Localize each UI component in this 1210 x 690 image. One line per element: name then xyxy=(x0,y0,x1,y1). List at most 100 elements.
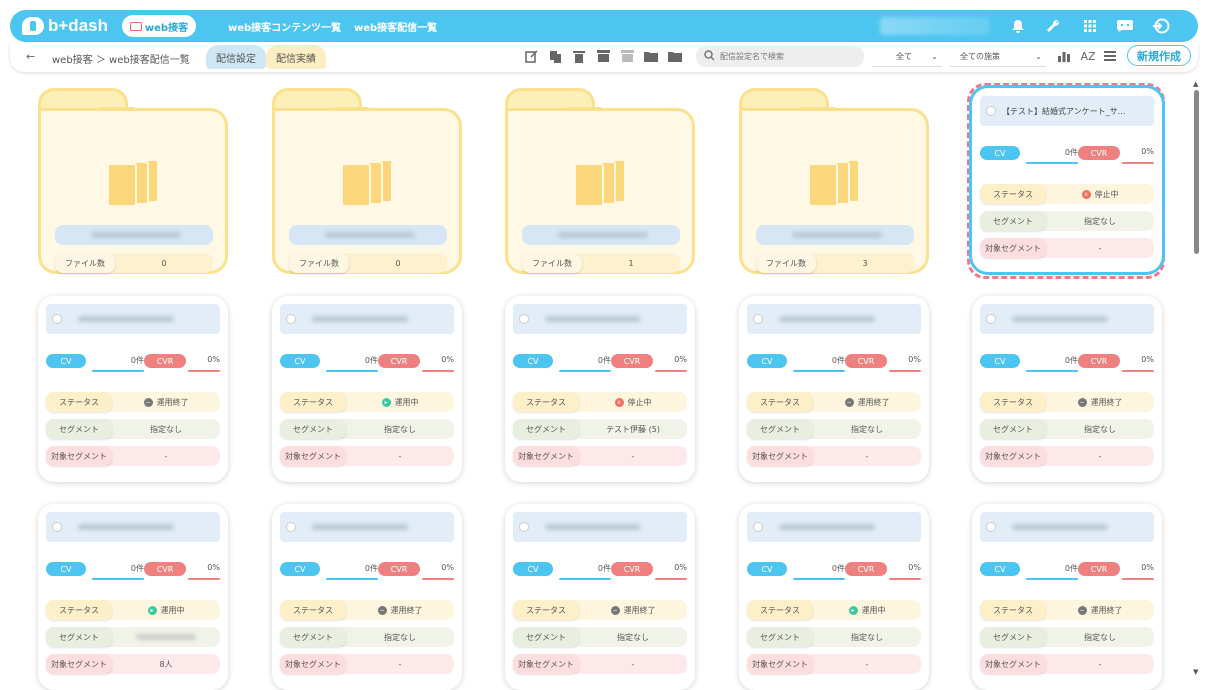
delivery-card-selected[interactable]: 【テスト】結婚式アンケート_サ… CV 0件 CVR 0% ステータス ıı 停止… xyxy=(972,88,1162,272)
documents-icon xyxy=(574,159,632,207)
archive-icon[interactable] xyxy=(596,49,610,63)
cv-label: CV xyxy=(513,562,553,576)
target-segment-row: 対象セグメント - xyxy=(46,446,220,466)
folder-card[interactable]: ファイル数 1 xyxy=(505,88,695,274)
cvr-label: CVR xyxy=(1078,562,1120,576)
trash-icon[interactable] xyxy=(572,49,586,63)
segment-label: セグメント xyxy=(980,419,1046,439)
cv-metrics: CV 0件 CVR 0% xyxy=(280,562,454,580)
target-segment-label: 対象セグメント xyxy=(980,654,1046,674)
card-title xyxy=(46,304,220,334)
segment-label: セグメント xyxy=(513,419,579,439)
cv-label: CV xyxy=(747,562,787,576)
status-value: ▸ 運用中 xyxy=(346,397,454,408)
cvr-label: CVR xyxy=(1078,354,1120,368)
scroll-down-icon[interactable]: ▼ xyxy=(1193,668,1198,676)
cv-label: CV xyxy=(46,562,86,576)
target-segment-row: 対象セグメント - xyxy=(980,446,1154,466)
target-segment-label: 対象セグメント xyxy=(280,654,346,674)
target-segment-label: 対象セグメント xyxy=(513,654,579,674)
folder-name xyxy=(55,225,213,245)
tab-delivery-results[interactable]: 配信実績 xyxy=(266,45,326,69)
card-title-text xyxy=(545,316,641,322)
segment-label: セグメント xyxy=(747,419,813,439)
folder-card[interactable]: ファイル数 0 xyxy=(38,88,228,274)
folder-card[interactable]: ファイル数 3 xyxy=(739,88,929,274)
file-count-label: ファイル数 xyxy=(756,253,816,273)
card-title xyxy=(747,512,921,542)
segment-row: セグメント 指定なし xyxy=(280,627,454,647)
card-title xyxy=(280,512,454,542)
delivery-card[interactable]: CV 0件 CVR 0% ステータス ▸ 運用中 セグメント 指定なし 対象セグメ… xyxy=(272,296,462,482)
new-create-button[interactable]: 新規作成 xyxy=(1127,45,1191,66)
add-folder-icon[interactable] xyxy=(668,49,682,63)
status-label: ステータス xyxy=(46,392,112,412)
target-segment-value: - xyxy=(398,451,402,461)
chat-support-icon[interactable] xyxy=(1116,17,1134,35)
delivery-card[interactable]: CV 0件 CVR 0% ステータス ıı 停止中 セグメント テスト伊藤 (5)… xyxy=(505,296,695,482)
tab-delivery-settings[interactable]: 配信設定 xyxy=(206,45,266,69)
status-label: ステータス xyxy=(280,392,346,412)
logout-icon[interactable] xyxy=(1152,17,1170,35)
cvr-label: CVR xyxy=(845,562,887,576)
delivery-card[interactable]: CV 0件 CVR 0% ステータス − 運用終了 セグメント 指定なし 対象セグ… xyxy=(38,296,228,482)
folder-card[interactable]: ファイル数 0 xyxy=(272,88,462,274)
bar-chart-icon[interactable] xyxy=(1057,49,1071,63)
filter-measures-select[interactable]: 全ての施策 ⌄ xyxy=(950,46,1046,67)
back-arrow-icon[interactable]: ← xyxy=(26,50,35,63)
delivery-card[interactable]: CV 0件 CVR 0% ステータス − 運用終了 セグメント 指定なし 対象セグ… xyxy=(739,296,929,482)
scroll-up-icon[interactable]: ▲ xyxy=(1193,80,1198,88)
search-input[interactable] xyxy=(720,52,850,61)
cv-value: 0件 xyxy=(1064,148,1078,157)
delivery-card[interactable]: CV 0件 CVR 0% ステータス − 運用終了 セグメント 指定なし 対象セグ… xyxy=(505,504,695,690)
grid-icon[interactable] xyxy=(1081,17,1099,35)
unarchive-icon[interactable] xyxy=(620,49,634,63)
status-value: − 運用終了 xyxy=(610,605,656,615)
delivery-card[interactable]: CV 0件 CVR 0% ステータス − 運用終了 セグメント 指定なし 対象セグ… xyxy=(972,504,1162,690)
filter-all-select[interactable]: 全て ⌄ xyxy=(872,46,942,67)
segment-value: 指定なし xyxy=(851,424,883,434)
delivery-card[interactable]: CV 0件 CVR 0% ステータス ▸ 運用中 セグメント 対象セグメント 8人 xyxy=(38,504,228,690)
sort-az-icon[interactable]: AZ xyxy=(1079,49,1097,63)
search-box[interactable] xyxy=(696,46,864,67)
pause-icon: ıı xyxy=(1081,189,1091,199)
card-type-icon xyxy=(986,314,996,324)
card-title: 【テスト】結婚式アンケート_サ… xyxy=(980,96,1154,126)
segment-value: 指定なし xyxy=(617,632,649,642)
target-segment-label: 対象セグメント xyxy=(46,654,112,674)
card-type-icon xyxy=(286,522,296,532)
move-to-folder-icon[interactable] xyxy=(644,49,658,63)
edit-icon[interactable] xyxy=(524,49,538,63)
target-segment-value: - xyxy=(1098,243,1102,253)
cvr-value: 0% xyxy=(1141,147,1154,156)
segment-row: セグメント 指定なし xyxy=(980,419,1154,439)
user-account-info[interactable] xyxy=(880,17,990,35)
cvr-label: CVR xyxy=(1078,146,1120,160)
folder-file-count: ファイル数 0 xyxy=(289,253,447,273)
folder-file-count: ファイル数 3 xyxy=(756,253,914,273)
filter-measures-value: 全ての施策 xyxy=(960,51,1000,61)
cvr-label: CVR xyxy=(144,562,186,576)
status-label: ステータス xyxy=(980,392,1046,412)
card-title-text xyxy=(312,316,408,322)
delivery-card[interactable]: CV 0件 CVR 0% ステータス − 運用終了 セグメント 指定なし 対象セグ… xyxy=(972,296,1162,482)
brand-logo[interactable]: b+dash xyxy=(22,16,108,36)
nav-content-list[interactable]: web接客コンテンツ一覧 xyxy=(228,19,341,34)
list-view-icon[interactable] xyxy=(1103,49,1117,63)
scroll-thumb[interactable] xyxy=(1194,90,1199,254)
wrench-icon[interactable] xyxy=(1044,17,1062,35)
bell-icon[interactable] xyxy=(1009,17,1027,35)
status-value: − 運用終了 xyxy=(1077,605,1123,615)
copy-icon[interactable] xyxy=(548,49,562,63)
cvr-value: 0% xyxy=(207,355,220,364)
nav-web-service-pill[interactable]: web接客 xyxy=(122,15,196,37)
status-value: − 運用終了 xyxy=(143,397,189,407)
status-row: ステータス − 運用終了 xyxy=(980,600,1154,620)
card-title xyxy=(280,304,454,334)
cvr-value: 0% xyxy=(441,563,454,572)
status-value: − 運用終了 xyxy=(844,397,890,407)
delivery-card[interactable]: CV 0件 CVR 0% ステータス ▸ 運用中 セグメント 指定なし 対象セグメ… xyxy=(739,504,929,690)
vertical-scrollbar[interactable]: ▲ ▼ xyxy=(1193,80,1201,680)
nav-delivery-list[interactable]: web接客配信一覧 xyxy=(354,19,437,34)
delivery-card[interactable]: CV 0件 CVR 0% ステータス − 運用終了 セグメント 指定なし 対象セグ… xyxy=(272,504,462,690)
